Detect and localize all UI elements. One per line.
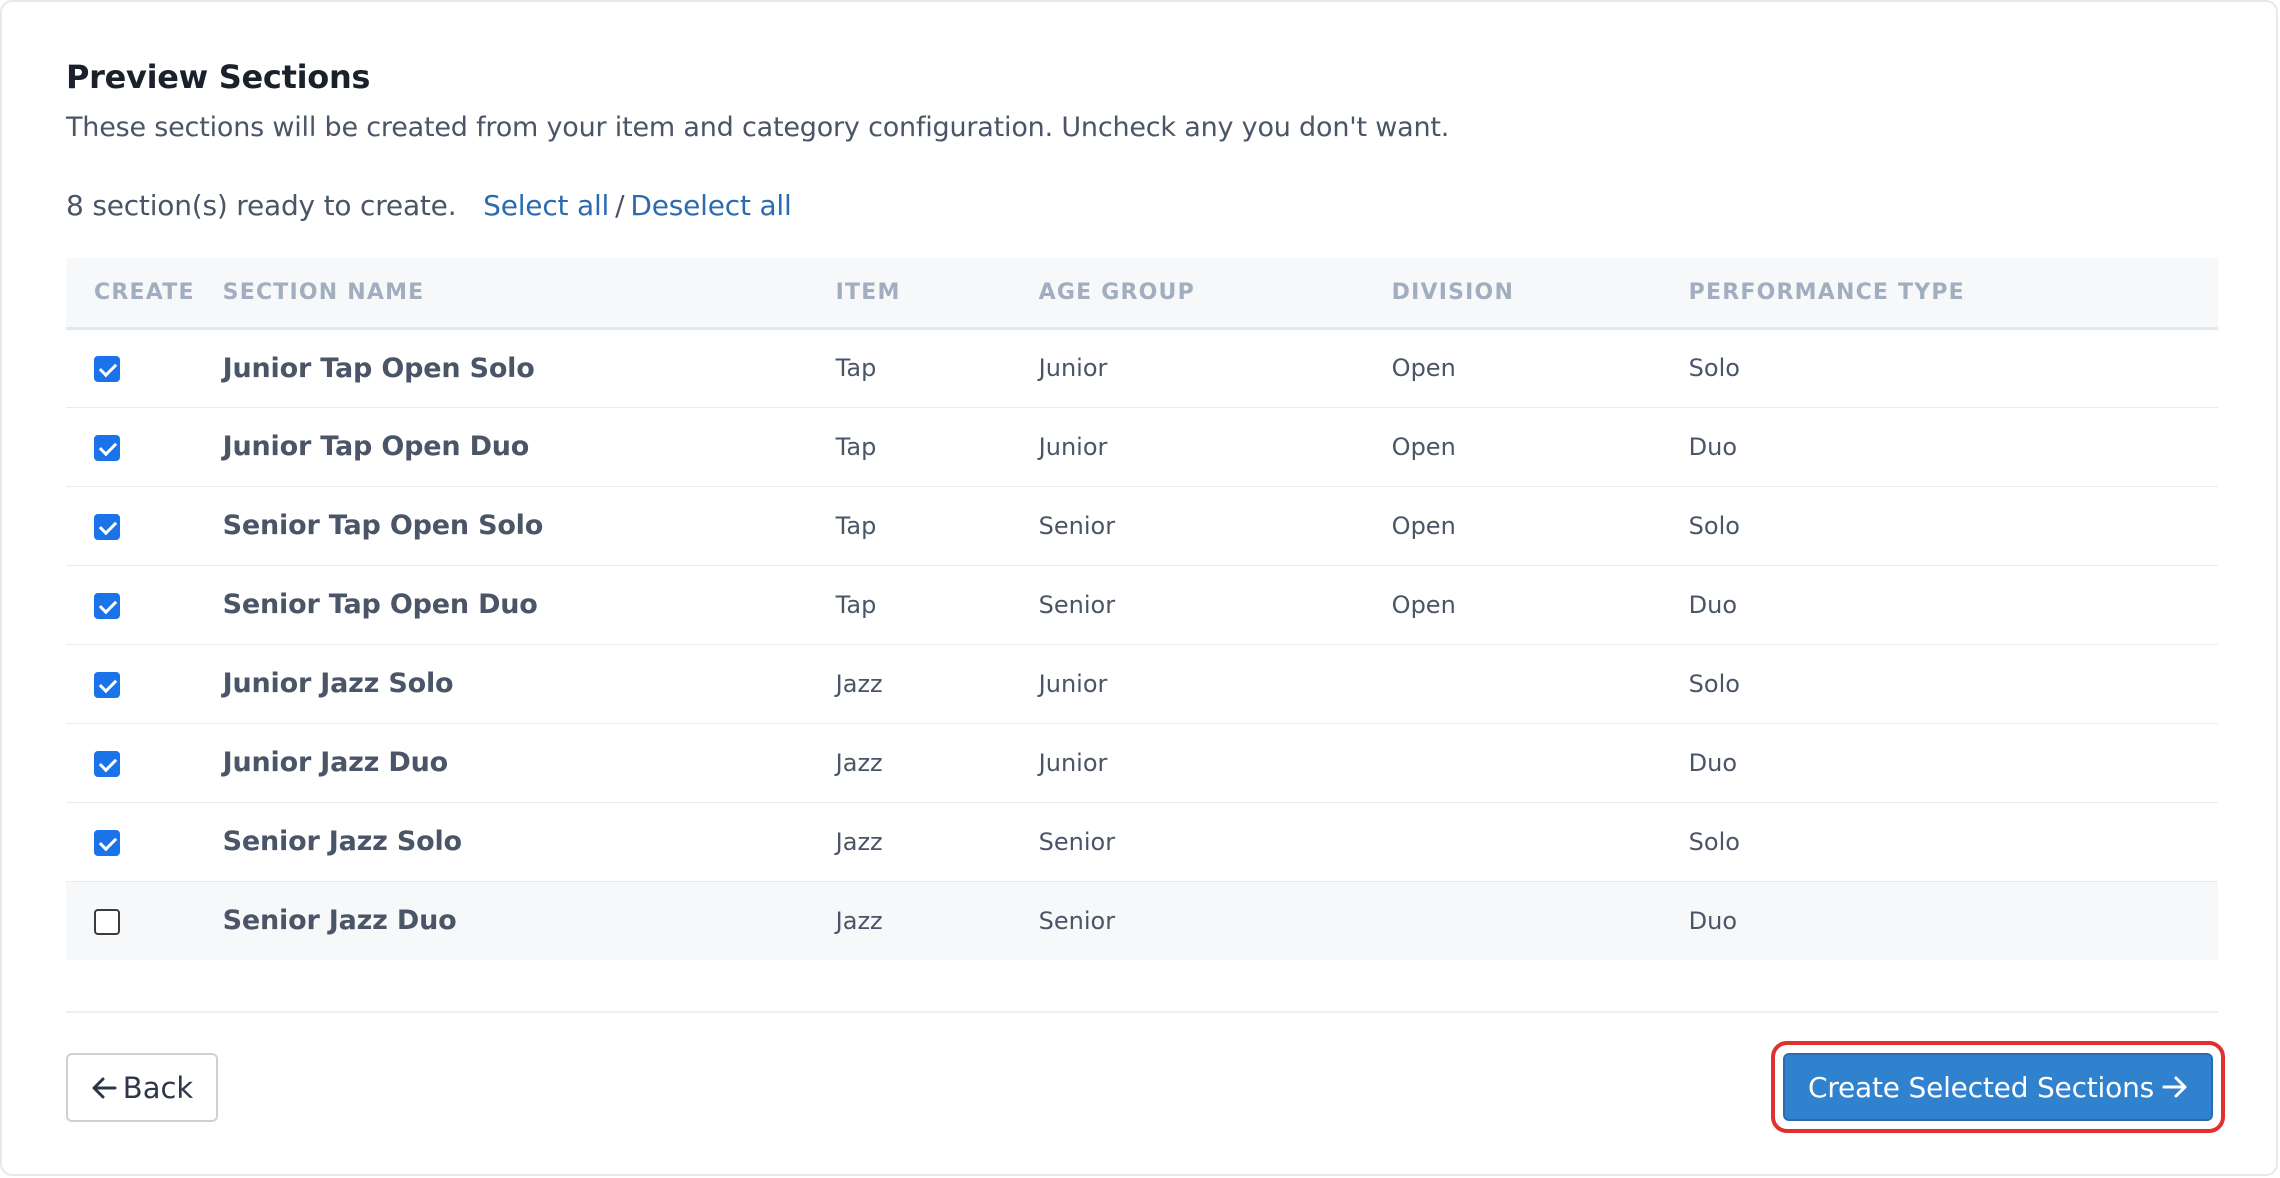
column-header-create: CREATE: [94, 279, 195, 305]
age-group-cell: Senior: [1038, 906, 1116, 935]
create-checkbox[interactable]: [94, 671, 120, 698]
performance-type-cell: Duo: [1688, 432, 1738, 461]
column-header-performance-type: PERFORMANCE TYPE: [1688, 279, 1965, 305]
create-cell: [66, 881, 195, 960]
division-cell: Open: [1391, 511, 1456, 540]
column-header-item: ITEM: [835, 279, 901, 305]
back-button-label: Back: [122, 1070, 194, 1105]
create-cell: [66, 723, 195, 802]
page-subtitle: These sections will be created from your…: [66, 112, 1450, 143]
performance-type-cell: Duo: [1688, 748, 1738, 777]
section-name-cell: Junior Jazz Duo: [222, 747, 448, 778]
create-button-highlight: Create Selected Sections: [1771, 1041, 2225, 1133]
division-cell: Open: [1391, 432, 1456, 461]
create-cell: [66, 802, 195, 881]
create-selected-sections-button[interactable]: Create Selected Sections: [1783, 1053, 2213, 1121]
division-cell: [1364, 644, 1661, 723]
performance-type-cell: Solo: [1688, 669, 1740, 698]
arrow-right-icon: [2162, 1075, 2188, 1099]
select-all-link[interactable]: Select all: [483, 189, 609, 222]
table-row: Senior Tap Open Solo Tap Senior Open Solo: [66, 486, 2218, 565]
table-header-row: CREATE SECTION NAME ITEM AGE GROUP DIVIS…: [66, 258, 2218, 328]
create-cell: [66, 644, 195, 723]
section-name-cell: Senior Tap Open Duo: [222, 589, 538, 620]
create-checkbox[interactable]: [94, 750, 120, 777]
item-cell: Jazz: [835, 669, 883, 698]
age-group-cell: Junior: [1038, 669, 1108, 698]
division-cell: Open: [1391, 590, 1456, 619]
create-button-label: Create Selected Sections: [1807, 1070, 2155, 1104]
column-header-division: DIVISION: [1391, 279, 1515, 305]
create-cell: [66, 328, 195, 407]
create-cell: [66, 407, 195, 486]
age-group-cell: Senior: [1038, 590, 1116, 619]
column-header-section-name: SECTION NAME: [222, 279, 425, 305]
section-name-cell: Senior Jazz Duo: [222, 905, 457, 937]
age-group-cell: Junior: [1038, 354, 1108, 382]
create-checkbox[interactable]: [94, 908, 120, 935]
table-row: Senior Tap Open Duo Tap Senior Open Duo: [66, 565, 2218, 644]
link-separator: /: [615, 189, 625, 222]
table-row: Senior Jazz Duo Jazz Senior Duo: [66, 881, 2218, 960]
age-group-cell: Senior: [1038, 511, 1116, 540]
create-checkbox[interactable]: [94, 829, 120, 856]
division-cell: Open: [1391, 354, 1456, 382]
table-row: Junior Jazz Solo Jazz Junior Solo: [66, 644, 2218, 723]
age-group-cell: Senior: [1038, 827, 1116, 856]
section-name-cell: Senior Tap Open Solo: [222, 510, 544, 541]
section-name-cell: Junior Jazz Solo: [222, 668, 454, 699]
section-name-cell: Junior Tap Open Solo: [222, 352, 535, 384]
sections-table: CREATE SECTION NAME ITEM AGE GROUP DIVIS…: [66, 258, 2218, 960]
item-cell: Jazz: [835, 827, 883, 856]
age-group-cell: Junior: [1038, 432, 1108, 461]
table-row: Senior Jazz Solo Jazz Senior Solo: [66, 802, 2218, 881]
division-cell: [1364, 881, 1661, 960]
performance-type-cell: Duo: [1688, 590, 1738, 619]
item-cell: Tap: [835, 432, 877, 461]
performance-type-cell: Duo: [1688, 906, 1738, 935]
create-cell: [66, 565, 195, 644]
section-name-cell: Junior Tap Open Duo: [222, 431, 530, 462]
item-cell: Tap: [835, 511, 877, 540]
item-cell: Jazz: [835, 906, 883, 935]
arrow-left-icon: [91, 1076, 117, 1100]
performance-type-cell: Solo: [1688, 511, 1740, 540]
performance-type-cell: Solo: [1688, 827, 1740, 856]
footer-divider: [66, 1011, 2218, 1013]
performance-type-cell: Solo: [1688, 354, 1740, 382]
create-checkbox[interactable]: [94, 356, 120, 382]
create-checkbox[interactable]: [94, 434, 120, 461]
item-cell: Tap: [835, 354, 877, 382]
table-row: Junior Tap Open Duo Tap Junior Open Duo: [66, 407, 2218, 486]
create-cell: [66, 486, 195, 565]
card-content: Preview Sections These sections will be …: [66, 56, 2218, 960]
table-row: Junior Jazz Duo Jazz Junior Duo: [66, 723, 2218, 802]
item-cell: Tap: [835, 590, 877, 619]
division-cell: [1364, 723, 1661, 802]
age-group-cell: Junior: [1038, 748, 1108, 777]
column-header-age-group: AGE GROUP: [1038, 279, 1195, 305]
page-title: Preview Sections: [66, 58, 371, 96]
selection-summary: 8 section(s) ready to create. Select all…: [66, 186, 2218, 226]
section-count: 8 section(s) ready to create.: [66, 189, 457, 222]
table-row: Junior Tap Open Solo Tap Junior Open Solo: [66, 328, 2218, 407]
create-checkbox[interactable]: [94, 513, 120, 540]
item-cell: Jazz: [835, 748, 883, 777]
division-cell: [1364, 802, 1661, 881]
create-checkbox[interactable]: [94, 592, 120, 619]
section-name-cell: Senior Jazz Solo: [222, 826, 462, 857]
back-button[interactable]: Back: [66, 1053, 218, 1122]
preview-sections-card: Preview Sections These sections will be …: [0, 0, 2278, 1176]
deselect-all-link[interactable]: Deselect all: [630, 189, 791, 222]
